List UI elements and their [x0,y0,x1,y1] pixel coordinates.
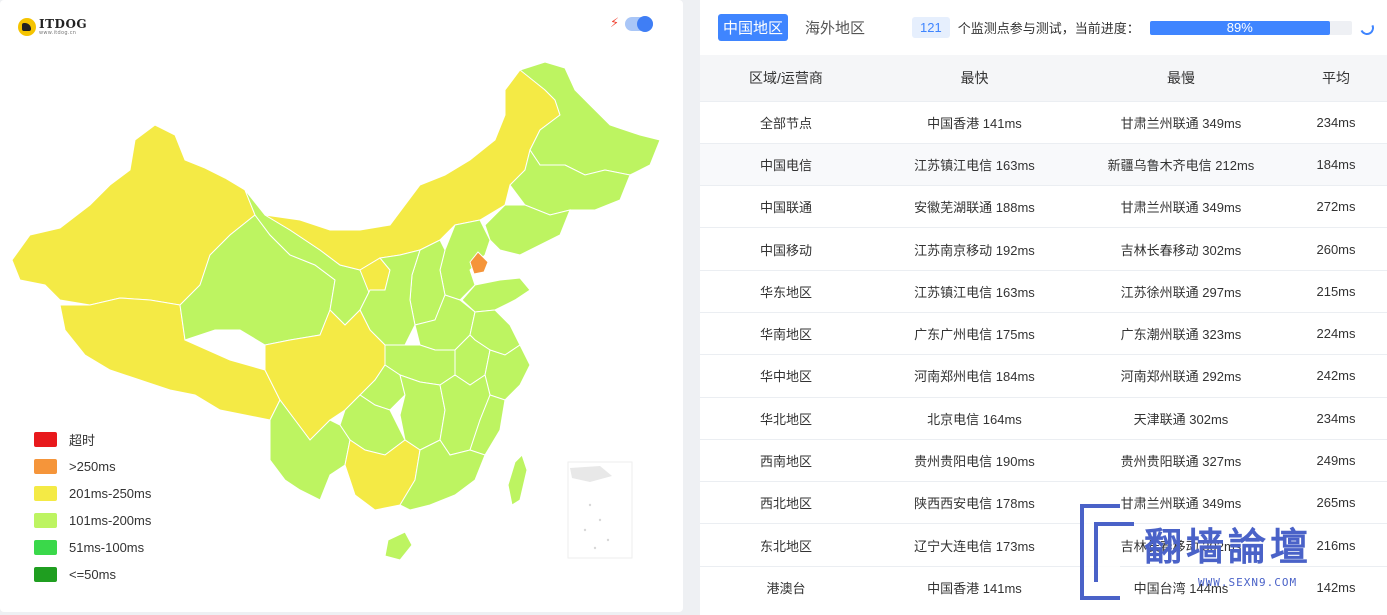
column-header-region[interactable]: 区域/运营商 [700,55,872,101]
table-row[interactable]: 华南地区 广东广州电信 175ms 广东潮州联通 323ms 224ms [700,312,1387,354]
cell-average: 184ms [1316,156,1356,172]
legend-label: 201ms-250ms [69,486,152,501]
table-row[interactable]: 中国联通 安徽芜湖联通 188ms 甘肃兰州联通 349ms 272ms [700,185,1387,228]
legend-item-51-100[interactable]: 51ms-100ms [34,534,151,561]
legend-label: 超时 [69,433,96,448]
cell-slowest: 广东潮州联通 323ms [1120,327,1242,343]
map-panel: ITDOG www.itdog.cn ⚡ 超时 >250ms 201ms-250… [0,0,683,612]
cell-fastest: 北京电信 164ms [927,411,1022,427]
progress-description: 个监测点参与测试，当前进度： [957,21,1140,36]
cell-slowest: 甘肃兰州联通 349ms [1120,200,1242,216]
cell-slowest: 新疆乌鲁木齐电信 212ms [1107,157,1255,173]
legend-item-over-250[interactable]: >250ms [34,453,151,480]
legend-label: 101ms-200ms [69,513,152,528]
cell-region: 东北地区 [759,538,812,554]
tab-overseas-region[interactable]: 海外地区 [800,14,870,41]
legend-swatch [34,513,57,528]
legend-swatch [34,432,57,447]
cell-fastest: 辽宁大连电信 173ms [914,538,1035,554]
legend-label: >250ms [69,459,116,474]
cell-average: 234ms [1316,410,1356,426]
cell-fastest: 中国香港 141ms [927,581,1022,597]
table-header-row: 区域/运营商 最快 最慢 平均 [700,55,1387,101]
cell-slowest: 天津联通 302ms [1133,411,1229,427]
watermark-text: 翻墙論壇 [1144,525,1313,569]
cell-slowest: 甘肃兰州联通 349ms [1120,115,1242,131]
cell-fastest: 江苏镇江电信 163ms [914,284,1035,300]
cell-average: 224ms [1316,326,1356,342]
cell-fastest: 江苏镇江电信 163ms [914,157,1035,173]
cell-fastest: 河南郑州电信 184ms [914,369,1035,385]
table-row[interactable]: 西南地区 贵州贵阳电信 190ms 贵州贵阳联通 327ms 249ms [700,439,1387,481]
region-hunan [399,374,446,451]
cell-region: 华中地区 [759,369,812,385]
legend-item-101-200[interactable]: 101ms-200ms [34,507,151,534]
region-taiwan [507,454,528,506]
cell-region: 中国移动 [759,242,812,258]
cell-region: 西北地区 [759,496,812,512]
cell-slowest: 吉林长春移动 302ms [1120,242,1242,258]
table-row[interactable]: 华北地区 北京电信 164ms 天津联通 302ms 234ms [700,397,1387,439]
watermark-url: WWW.SEXN9.COM [1198,576,1298,589]
cell-fastest: 安徽芜湖联通 188ms [914,200,1035,216]
tab-china-region[interactable]: 中国地区 [718,14,789,41]
results-panel: 中国地区 海外地区 121 个监测点参与测试，当前进度： 89% 区域/运营商 … [700,0,1387,615]
table-row[interactable]: 中国移动 江苏南京移动 192ms 吉林长春移动 302ms 260ms [700,227,1387,270]
legend-swatch [34,540,57,555]
cell-slowest: 江苏徐州联通 297ms [1120,284,1242,300]
legend-swatch [34,486,57,501]
cell-fastest: 江苏南京移动 192ms [914,242,1035,258]
legend-item-201-250[interactable]: 201ms-250ms [34,480,151,507]
table-row[interactable]: 华中地区 河南郑州电信 184ms 河南郑州联通 292ms 242ms [700,354,1387,397]
watermark: 翻墙論壇 WWW.SEXN9.COM [1080,504,1380,604]
column-header-slowest[interactable]: 最慢 [1077,55,1285,101]
legend-item-timeout[interactable]: 超时 [34,426,151,453]
map-legend: 超时 >250ms 201ms-250ms 101ms-200ms 51ms-1… [34,426,151,588]
table-row[interactable]: 全部节点 中国香港 141ms 甘肃兰州联通 349ms 234ms [700,101,1387,143]
cell-fastest: 贵州贵阳电信 190ms [914,454,1035,470]
cell-region: 中国联通 [759,200,812,216]
watermark-logo-inner [1094,522,1134,582]
legend-label: <=50ms [69,567,116,582]
cell-slowest: 河南郑州联通 292ms [1120,369,1242,385]
progress-bar: 89% [1149,19,1352,35]
cell-region: 全部节点 [759,115,812,131]
legend-item-le-50[interactable]: <=50ms [34,561,151,588]
node-count-badge: 121 [912,17,950,38]
cell-region: 华北地区 [759,411,812,427]
cell-region: 华南地区 [759,327,812,343]
table-row[interactable]: 华东地区 江苏镇江电信 163ms 江苏徐州联通 297ms 215ms [700,270,1387,312]
cell-average: 260ms [1316,241,1356,257]
column-header-fastest[interactable]: 最快 [872,55,1077,101]
progress-label: 89% [1226,19,1253,35]
legend-swatch [34,567,57,582]
cell-region: 华东地区 [759,284,812,300]
table-row[interactable]: 中国电信 江苏镇江电信 163ms 新疆乌鲁木齐电信 212ms 184ms [700,143,1387,186]
cell-slowest: 贵州贵阳联通 327ms [1120,454,1242,470]
region-zhejiang [484,344,531,401]
cell-fastest: 中国香港 141ms [927,115,1022,131]
loading-spinner-icon [1357,18,1376,37]
legend-swatch [34,459,57,474]
cell-fastest: 陕西西安电信 178ms [914,496,1035,512]
region-hainan [384,531,413,561]
cell-average: 242ms [1316,368,1356,384]
cell-region: 中国电信 [759,157,812,173]
cell-fastest: 广东广州电信 175ms [914,327,1035,343]
cell-region: 西南地区 [759,454,812,470]
cell-average: 249ms [1316,453,1356,469]
column-header-average[interactable]: 平均 [1285,55,1387,101]
cell-average: 215ms [1316,283,1356,299]
cell-average: 272ms [1316,199,1356,215]
cell-region: 港澳台 [766,581,806,597]
legend-label: 51ms-100ms [69,540,145,555]
results-header: 中国地区 海外地区 121 个监测点参与测试，当前进度： 89% [700,0,1387,55]
cell-average: 234ms [1316,114,1356,130]
